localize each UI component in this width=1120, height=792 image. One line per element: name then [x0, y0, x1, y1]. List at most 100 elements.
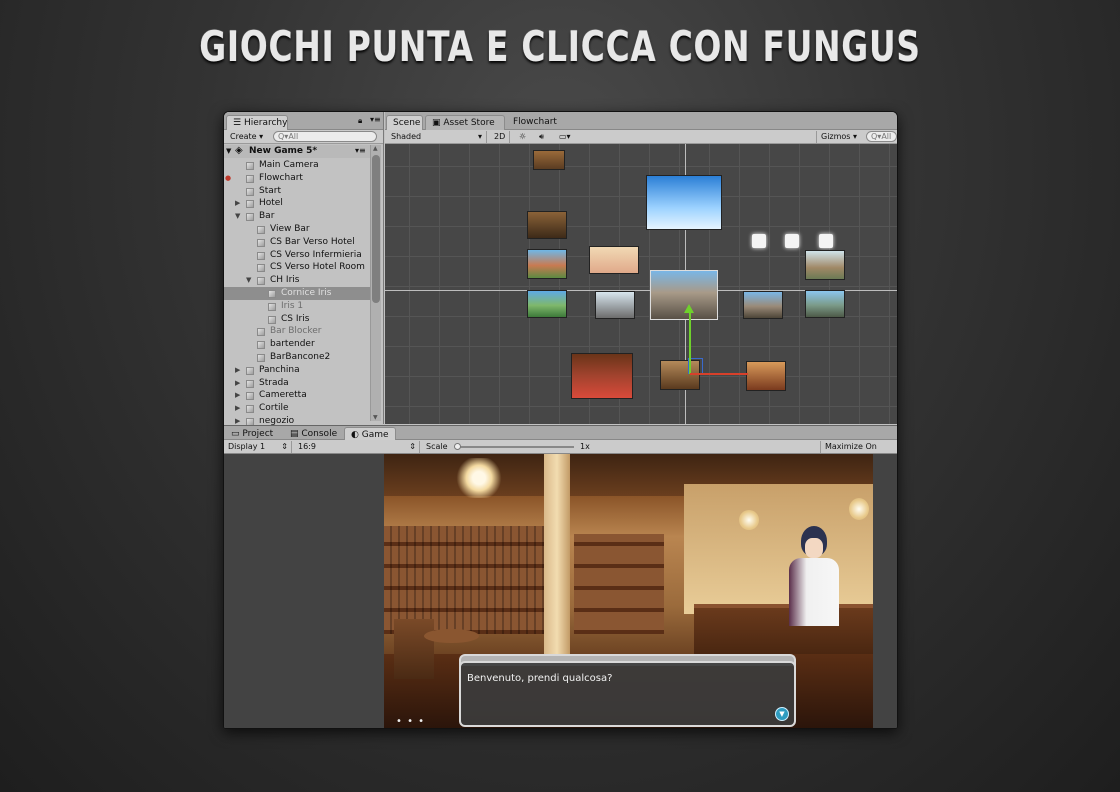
create-button[interactable]: Create ▾: [226, 131, 267, 143]
gameobject-icon: [246, 187, 254, 196]
hierarchy-item[interactable]: Bar Blocker: [224, 325, 370, 338]
aspect-dropdown[interactable]: 16:9 ⇕: [294, 441, 420, 453]
maximize-on-play-toggle[interactable]: Maximize On Play: [820, 441, 897, 463]
scene-name: New Game 5*: [249, 146, 318, 156]
hierarchy-scrollbar[interactable]: ▲ ▼: [370, 145, 381, 421]
scene-sprite[interactable]: [646, 175, 722, 230]
scene-sprite[interactable]: [589, 246, 639, 274]
hierarchy-item-label: CS Iris: [281, 313, 310, 324]
hierarchy-item[interactable]: ▶ Strada: [224, 377, 370, 390]
scene-marker[interactable]: [819, 234, 833, 248]
hierarchy-item[interactable]: ▼ CH Iris: [224, 274, 370, 287]
panel-menu-icon[interactable]: ▾≡: [370, 115, 381, 124]
display-dropdown[interactable]: Display 1 ⇕: [224, 441, 292, 453]
scale-slider-track[interactable]: [456, 446, 574, 448]
2d-toggle[interactable]: 2D: [490, 131, 511, 143]
hierarchy-item[interactable]: View Bar: [224, 223, 370, 236]
gameobject-icon: [257, 328, 265, 337]
expand-arrow-icon[interactable]: ▶: [235, 197, 240, 210]
scrollbar-thumb[interactable]: [372, 155, 380, 303]
hierarchy-item[interactable]: bartender: [224, 338, 370, 351]
expand-arrow-icon[interactable]: ▶: [235, 402, 240, 415]
scene-viewport[interactable]: [385, 144, 897, 424]
gizmos-dropdown[interactable]: Gizmos ▾: [816, 131, 861, 143]
scale-slider-handle[interactable]: [454, 443, 461, 450]
continue-arrow-icon[interactable]: ▼: [775, 707, 789, 721]
gameobject-icon: [257, 341, 265, 350]
hierarchy-item[interactable]: ▶ Panchina: [224, 364, 370, 377]
gameobject-icon: [246, 366, 254, 375]
hierarchy-item[interactable]: ▼ Bar: [224, 210, 370, 223]
scene-sprite[interactable]: [533, 150, 565, 170]
scene-sprite[interactable]: [595, 291, 635, 319]
scroll-down-icon[interactable]: ▼: [373, 414, 378, 421]
hierarchy-item[interactable]: Iris 1: [224, 300, 370, 313]
chevron-down-icon: ▾: [477, 132, 482, 141]
game-view-panel: Benvenuto, prendi qualcosa? ▼ • • •: [224, 454, 897, 728]
scene-menu-icon[interactable]: ▾≡: [355, 146, 366, 155]
gameobject-icon: [246, 200, 254, 209]
lock-icon[interactable]: 🔒︎: [358, 116, 362, 126]
lighting-icon[interactable]: ☼: [515, 131, 530, 143]
scroll-up-icon[interactable]: ▲: [373, 145, 378, 152]
scene-marker[interactable]: [752, 234, 766, 248]
hierarchy-item-label: Start: [259, 185, 281, 196]
hierarchy-item[interactable]: ▶ Cortile: [224, 402, 370, 415]
y-move-gizmo[interactable]: [689, 312, 691, 374]
menu-dots[interactable]: • • •: [396, 716, 425, 727]
table: [424, 629, 479, 643]
hierarchy-item[interactable]: CS Bar Verso Hotel: [224, 236, 370, 249]
scene-marker[interactable]: [785, 234, 799, 248]
hierarchy-item[interactable]: Main Camera: [224, 159, 370, 172]
scene-search-input[interactable]: Q▾All: [866, 131, 897, 142]
expand-arrow-icon[interactable]: ▶: [235, 364, 240, 377]
lamp: [739, 510, 759, 530]
y-arrow-icon[interactable]: [684, 304, 694, 313]
scene-sprite[interactable]: [527, 249, 567, 279]
scene-sprite[interactable]: [743, 291, 783, 319]
hierarchy-item[interactable]: BarBancone2: [224, 351, 370, 364]
scene-sprite[interactable]: [527, 211, 567, 239]
audio-icon[interactable]: 🔊︎: [535, 131, 548, 143]
game-screen[interactable]: Benvenuto, prendi qualcosa? ▼ • • •: [384, 454, 873, 728]
hierarchy-item[interactable]: ▶ Hotel: [224, 197, 370, 210]
scene-sprite[interactable]: [805, 250, 845, 280]
dialog-box[interactable]: Benvenuto, prendi qualcosa? ▼: [459, 661, 796, 727]
collapse-arrow-icon[interactable]: ▼: [235, 210, 240, 223]
hierarchy-search-input[interactable]: Q▾All: [273, 131, 377, 142]
expand-arrow-icon[interactable]: ▶: [235, 389, 240, 402]
tab-scene[interactable]: Scene: [386, 115, 423, 130]
gameobject-icon: [257, 277, 265, 286]
hierarchy-item[interactable]: CS Verso Infermieria: [224, 249, 370, 262]
hierarchy-item[interactable]: ● Flowchart: [224, 172, 370, 185]
hierarchy-icon: ☰: [233, 118, 244, 128]
scene-root-row[interactable]: ▼ ◈ New Game 5* ▾≡: [224, 145, 370, 158]
gameobject-icon: [246, 379, 254, 388]
scale-label: Scale: [426, 442, 448, 451]
hierarchy-item[interactable]: ▶ Cameretta: [224, 389, 370, 402]
scene-sprite[interactable]: [746, 361, 786, 391]
tab-hierarchy[interactable]: ☰ Hierarchy: [226, 115, 288, 130]
collapse-arrow-icon[interactable]: ▼: [246, 274, 251, 287]
tab-asset-store[interactable]: ▣ Asset Store: [425, 115, 505, 130]
scene-sprite[interactable]: [805, 290, 845, 318]
hierarchy-item[interactable]: Cornice Iris: [224, 287, 370, 300]
page-title: GIOCHI PUNTA E CLICCA CON FUNGUS: [199, 22, 921, 71]
lamp: [849, 498, 869, 520]
gameobject-icon: [246, 392, 254, 401]
image-effects-icon[interactable]: ▭▾: [555, 131, 575, 143]
tab-flowchart[interactable]: Flowchart: [507, 115, 562, 130]
gameobject-icon: [246, 162, 254, 170]
hierarchy-item-label: Bar Blocker: [270, 326, 322, 337]
scene-sprite[interactable]: [527, 290, 567, 318]
hierarchy-item-label: BarBancone2: [270, 352, 331, 362]
x-move-gizmo[interactable]: [690, 373, 748, 375]
expand-arrow-icon[interactable]: ▶: [235, 377, 240, 390]
hierarchy-item[interactable]: CS Iris: [224, 313, 370, 326]
scene-sprite[interactable]: [571, 353, 633, 399]
hierarchy-item[interactable]: Start: [224, 185, 370, 198]
shading-dropdown[interactable]: Shaded ▾: [387, 131, 487, 143]
expand-arrow-icon[interactable]: ▼: [226, 147, 231, 155]
scale-control[interactable]: Scale 1x: [422, 441, 820, 453]
hierarchy-item[interactable]: CS Verso Hotel Room: [224, 261, 370, 274]
